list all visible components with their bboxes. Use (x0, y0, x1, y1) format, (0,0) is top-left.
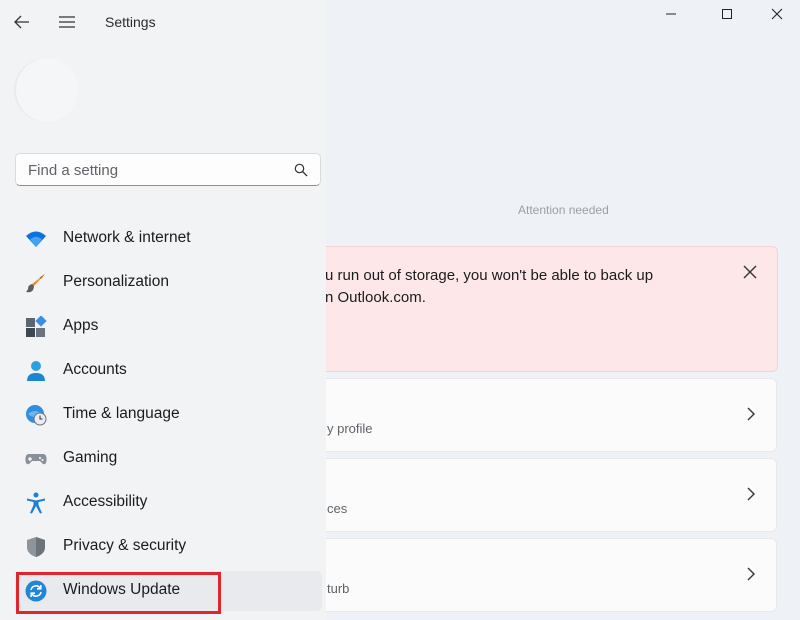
wifi-icon (26, 231, 46, 247)
sidebar-item-label: Windows Update (63, 581, 181, 598)
person-icon (27, 361, 45, 381)
search-icon[interactable] (294, 163, 308, 177)
shield-icon (27, 537, 45, 557)
banner-message: u run out of storage, you won't be able … (325, 265, 695, 309)
minimize-button[interactable] (648, 0, 694, 28)
minimize-icon (666, 13, 676, 15)
card-subtitle: ces (327, 501, 348, 516)
gamepad-icon (25, 454, 47, 465)
close-window-button[interactable] (754, 0, 800, 28)
sidebar-item-time-language[interactable]: Time & language (15, 395, 322, 435)
avatar[interactable] (14, 58, 78, 122)
settings-card[interactable]: ces (308, 458, 777, 532)
sidebar-item-label: Privacy & security (63, 537, 187, 554)
sidebar-item-label: Personalization (63, 273, 169, 290)
chevron-right-icon (747, 487, 755, 501)
sidebar-item-label: Accounts (63, 361, 127, 378)
sidebar-item-accounts[interactable]: Accounts (15, 351, 322, 391)
sidebar-item-gaming[interactable]: Gaming (15, 439, 322, 479)
banner-line-1: u run out of storage, you won't be able … (325, 267, 654, 284)
chevron-right-icon (747, 407, 755, 421)
sidebar-item-label: Accessibility (63, 493, 148, 510)
maximize-button[interactable] (704, 0, 750, 28)
close-icon (771, 8, 783, 20)
sidebar-item-label: Gaming (63, 449, 118, 466)
menu-button[interactable] (53, 8, 81, 36)
app-title: Settings (105, 14, 156, 30)
search-input[interactable] (26, 154, 290, 187)
sidebar-item-accessibility[interactable]: Accessibility (15, 483, 322, 523)
close-icon (743, 265, 757, 279)
sidebar-item-label: Apps (63, 317, 99, 334)
accessibility-icon (27, 492, 45, 514)
sidebar-item-label: Time & language (63, 405, 180, 422)
chevron-right-icon (747, 567, 755, 581)
sidebar-item-windows-update[interactable]: Windows Update (15, 571, 322, 611)
banner-line-2: n Outlook.com. (325, 289, 426, 306)
settings-card[interactable]: y profile (308, 378, 777, 452)
status-text: Attention needed (518, 204, 609, 217)
settings-card[interactable]: turb (308, 538, 777, 612)
back-button[interactable] (8, 8, 36, 36)
sidebar-item-personalization[interactable]: Personalization (15, 263, 322, 303)
sidebar-item-privacy-security[interactable]: Privacy & security (15, 527, 322, 567)
card-subtitle: turb (327, 581, 350, 596)
globe-clock-icon (26, 405, 47, 426)
banner-close-button[interactable] (741, 263, 759, 281)
back-arrow-icon (14, 15, 29, 29)
sync-icon (25, 580, 47, 602)
search-box[interactable] (15, 153, 321, 187)
sidebar: Settings Network & internet Personalizat… (0, 0, 326, 620)
card-subtitle: y profile (327, 421, 373, 436)
apps-icon (26, 316, 47, 337)
sidebar-item-label: Network & internet (63, 229, 191, 246)
hamburger-menu-icon (59, 16, 75, 28)
sidebar-item-apps[interactable]: Apps (15, 307, 322, 347)
sidebar-item-network[interactable]: Network & internet (15, 219, 322, 259)
maximize-icon (722, 9, 732, 19)
storage-warning-banner: u run out of storage, you won't be able … (308, 246, 778, 372)
brush-icon (26, 274, 45, 293)
